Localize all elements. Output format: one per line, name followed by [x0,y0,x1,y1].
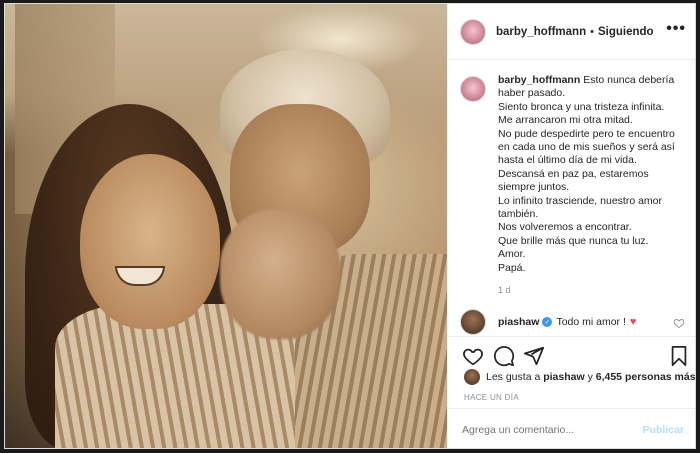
verified-badge-icon: ✓ [542,317,553,327]
caption-line: en cada uno de mis sueños y será así [498,141,675,154]
caption-line: Me arrancaron mi otra mitad. [498,114,633,127]
caption-line: Siento bronca y una tristeza infinita. [498,100,665,113]
liker-username[interactable]: piashaw [543,371,584,383]
caption-line: No pude despedirte pero te encuentro [498,127,675,140]
caption-line: haber pasado. [498,87,566,100]
caption-line: Amor. [498,248,526,261]
caption-line: Esto nunca debería [583,74,675,86]
heart-icon[interactable] [462,345,484,367]
caption-username[interactable]: barby_hoffmann [498,74,580,86]
post-timestamp[interactable]: HACE UN DÍA [464,393,519,402]
caption-line: Descansá en paz pa, estaremos [498,167,649,180]
comment-icon[interactable] [493,345,515,367]
caption-line: también. [498,208,539,221]
comment-input[interactable] [462,423,643,436]
comment-like-heart-icon[interactable] [673,317,685,329]
caption-line: Papá. [498,261,526,274]
photo-woman-face [80,154,220,329]
post-photo[interactable] [5,4,447,448]
bookmark-icon[interactable] [668,345,690,367]
caption: barby_hoffmann Esto nunca debería haber … [460,74,688,275]
photo-hands [220,209,340,339]
caption-text: barby_hoffmann Esto nunca debería haber … [498,74,675,275]
caption-time: 1 d [498,285,511,295]
follow-status-button[interactable]: Siguiendo [598,26,654,38]
avatar[interactable] [460,18,486,45]
likes-summary: Les gusta a piashaw y 6,455 personas más [464,369,695,385]
likes-conj: y [587,371,593,383]
caption-line: Que brille más que nunca tu luz. [498,234,649,247]
likes-count-link[interactable]: 6,455 personas más [596,371,695,383]
add-comment-bar: Publicar [448,408,695,448]
more-options-icon[interactable]: ••• [666,21,686,37]
caption-avatar[interactable] [460,76,486,102]
post-username[interactable]: barby_hoffmann [496,26,586,38]
likes-prefix: Les gusta a [486,371,541,383]
liker-avatar[interactable] [464,369,480,385]
separator-dot: • [590,25,594,38]
caption-line: hasta el último día de mi vida. [498,154,637,167]
publish-button[interactable]: Publicar [643,424,684,436]
caption-line: Lo infinito trasciende, nuestro amor [498,194,663,207]
caption-line: siempre juntos. [498,181,570,194]
instagram-post-modal: barby_hoffmann • Siguiendo ••• barby_hof… [4,3,696,449]
comment-avatar[interactable] [460,309,486,335]
share-icon[interactable] [523,345,545,367]
post-side-panel: barby_hoffmann • Siguiendo ••• barby_hof… [447,4,695,448]
comment-username[interactable]: piashaw [498,316,539,328]
post-header: barby_hoffmann • Siguiendo ••• [448,4,695,60]
red-heart-emoji: ♥ [629,316,637,328]
comment-row: piashaw ✓ Todo mi amor ! ♥ [460,309,686,335]
comment-text: Todo mi amor ! [556,316,626,328]
caption-line: Nos volveremos a encontrar. [498,221,632,234]
